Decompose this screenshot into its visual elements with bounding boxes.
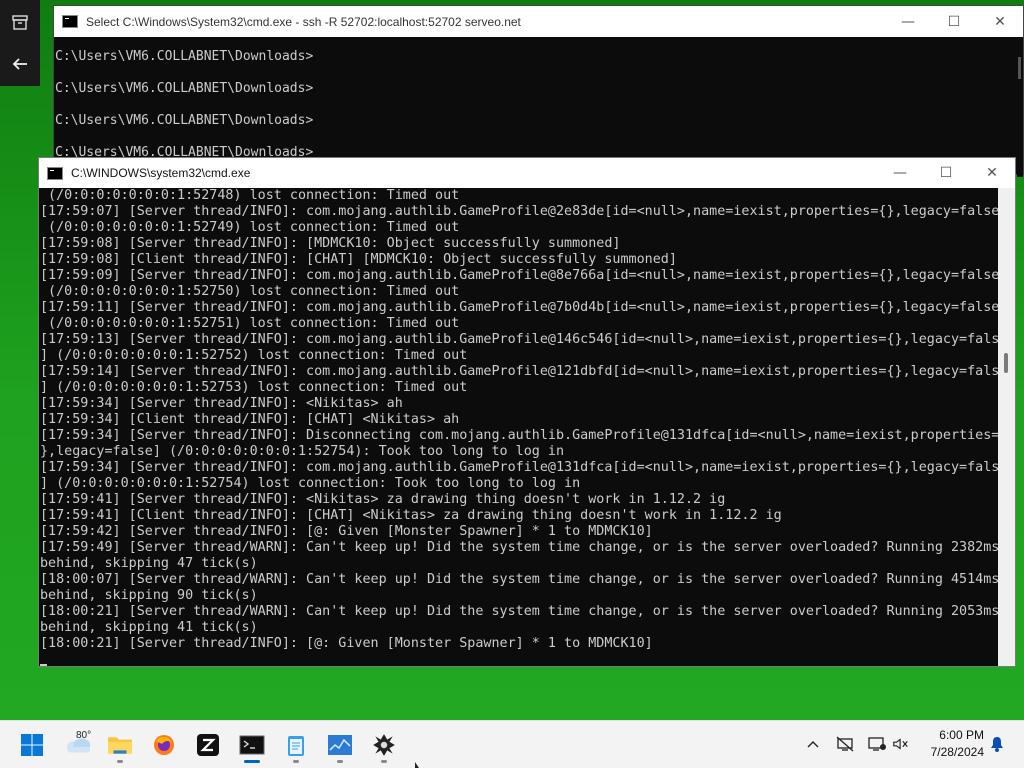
server-window-titlebar[interactable]: C:\WINDOWS\system32\cmd.exe — ☐ ✕ [39, 158, 1015, 188]
terminal-cursor [40, 664, 47, 666]
terminal-line: behind, skipping 90 tick(s) [40, 588, 258, 603]
terminal-line: [17:59:34] [Client thread/INFO]: [CHAT] … [40, 412, 460, 427]
terminal-line: ] (/0:0:0:0:0:0:0:1:52753) lost connecti… [40, 380, 468, 395]
maximize-button[interactable]: ☐ [923, 158, 969, 188]
terminal-line: },legacy=false] (/0:0:0:0:0:0:0:1:52754)… [40, 444, 565, 459]
close-button[interactable]: ✕ [977, 6, 1023, 37]
start-button[interactable] [14, 727, 50, 763]
terminal-line: [17:59:34] [Server thread/INFO]: com.moj… [40, 460, 1000, 475]
clock-date: 7/28/2024 [930, 745, 984, 759]
terminal-line: ] (/0:0:0:0:0:0:0:1:52754) lost connecti… [40, 476, 581, 491]
taskbar-minecraft[interactable] [366, 727, 402, 763]
terminal-line: [18:00:21] [Server thread/INFO]: [@: Giv… [40, 636, 653, 651]
task-manager-icon [328, 735, 352, 755]
taskbar: 80° 6:00 PM 7/28/2024 [0, 720, 1024, 768]
network-disconnected-icon[interactable] [834, 733, 856, 755]
archive-icon[interactable] [0, 2, 40, 42]
ssh-cmd-window[interactable]: Select C:\Windows\System32\cmd.exe - ssh… [53, 5, 1024, 177]
ssh-scrollbar[interactable] [1017, 37, 1023, 177]
weather-temp: 80° [76, 730, 92, 741]
server-cmd-window[interactable]: C:\WINDOWS\system32\cmd.exe — ☐ ✕ (/0:0:… [38, 157, 1016, 667]
terminal-line: [17:59:41] [Server thread/INFO]: <Nikita… [40, 492, 726, 507]
minimize-button[interactable]: — [885, 6, 931, 37]
scrollbar-thumb[interactable] [1004, 353, 1008, 373]
cmd-icon [62, 15, 78, 28]
terminal-line: ] (/0:0:0:0:0:0:0:1:52752) lost connecti… [40, 348, 468, 363]
scrollbar-thumb[interactable] [1018, 57, 1021, 79]
terminal-line: (/0:0:0:0:0:0:0:1:52749) lost connection… [40, 220, 460, 235]
display-icon[interactable] [866, 733, 888, 755]
taskbar-notepad[interactable] [278, 727, 314, 763]
notification-bell-icon[interactable] [986, 733, 1008, 755]
show-hidden-icons-icon[interactable] [802, 733, 824, 755]
mouse-pointer [415, 762, 419, 768]
clock-time: 6:00 PM [939, 728, 984, 742]
terminal-line: [17:59:34] [Server thread/INFO]: <Nikita… [40, 396, 403, 411]
terminal-line: [17:59:07] [Server thread/INFO]: com.moj… [40, 204, 1000, 219]
terminal-line: [17:59:14] [Server thread/INFO]: com.moj… [40, 364, 1000, 379]
terminal-line: [17:59:42] [Server thread/INFO]: [@: Giv… [40, 524, 653, 539]
terminal-line: [17:59:11] [Server thread/INFO]: com.moj… [40, 300, 1000, 315]
terminal-line: behind, skipping 47 tick(s) [40, 556, 258, 571]
terminal-line: [17:59:49] [Server thread/WARN]: Can't k… [40, 540, 1000, 555]
terminal-icon [239, 735, 265, 755]
terminal-line: [18:00:07] [Server thread/WARN]: Can't k… [40, 572, 1000, 587]
taskbar-clock[interactable]: 6:00 PM 7/28/2024 [918, 727, 984, 761]
taskbar-file-explorer[interactable] [102, 727, 138, 763]
maximize-button[interactable]: ☐ [931, 6, 977, 37]
taskbar-task-manager[interactable] [322, 727, 358, 763]
terminal-line: behind, skipping 41 tick(s) [40, 620, 258, 635]
file-explorer-icon [108, 737, 132, 754]
terminal-line: [17:59:08] [Client thread/INFO]: [CHAT] … [40, 252, 677, 267]
terminal-line: C:\Users\VM6.COLLABNET\Downloads> [55, 113, 314, 128]
server-scrollbar[interactable] [998, 188, 1015, 666]
taskbar-zed[interactable] [190, 727, 226, 763]
terminal-line: C:\Users\VM6.COLLABNET\Downloads> [55, 49, 314, 64]
firefox-icon [154, 735, 174, 755]
terminal-line: (/0:0:0:0:0:0:0:1:52748) lost connection… [40, 188, 460, 203]
close-button[interactable]: ✕ [969, 158, 1015, 188]
back-arrow-icon[interactable] [0, 44, 40, 84]
cmd-icon [47, 166, 63, 180]
taskbar-firefox[interactable] [146, 727, 182, 763]
zed-icon [197, 734, 219, 756]
server-terminal-output[interactable]: (/0:0:0:0:0:0:0:1:52748) lost connection… [40, 188, 1000, 666]
terminal-line: [17:59:13] [Server thread/INFO]: com.moj… [40, 332, 1000, 347]
remote-side-panel [0, 0, 40, 86]
terminal-line: (/0:0:0:0:0:0:0:1:52750) lost connection… [40, 284, 460, 299]
terminal-line: [17:59:34] [Server thread/INFO]: Disconn… [40, 428, 1000, 443]
taskbar-terminal[interactable] [234, 727, 270, 763]
terminal-line [40, 652, 1000, 666]
ssh-terminal-output[interactable]: C:\Users\VM6.COLLABNET\Downloads> C:\Use… [54, 37, 1023, 169]
terminal-line: (/0:0:0:0:0:0:0:1:52751) lost connection… [40, 316, 460, 331]
minimize-button[interactable]: — [877, 158, 923, 188]
server-window-title: C:\WINDOWS\system32\cmd.exe [71, 166, 251, 180]
volume-muted-icon[interactable] [890, 733, 912, 755]
terminal-line: [17:59:41] [Client thread/INFO]: [CHAT] … [40, 508, 782, 523]
windows-start-icon [21, 734, 43, 756]
terminal-line: [17:59:09] [Server thread/INFO]: com.moj… [40, 268, 1000, 283]
minecraft-icon [373, 734, 395, 756]
terminal-line: [17:59:08] [Server thread/INFO]: [MDMCK1… [40, 236, 621, 251]
notepad-icon [288, 736, 304, 756]
terminal-line: C:\Users\VM6.COLLABNET\Downloads> [55, 81, 314, 96]
ssh-window-title: Select C:\Windows\System32\cmd.exe - ssh… [86, 14, 521, 29]
terminal-line: [18:00:21] [Server thread/WARN]: Can't k… [40, 604, 1000, 619]
ssh-window-titlebar[interactable]: Select C:\Windows\System32\cmd.exe - ssh… [54, 6, 1023, 37]
